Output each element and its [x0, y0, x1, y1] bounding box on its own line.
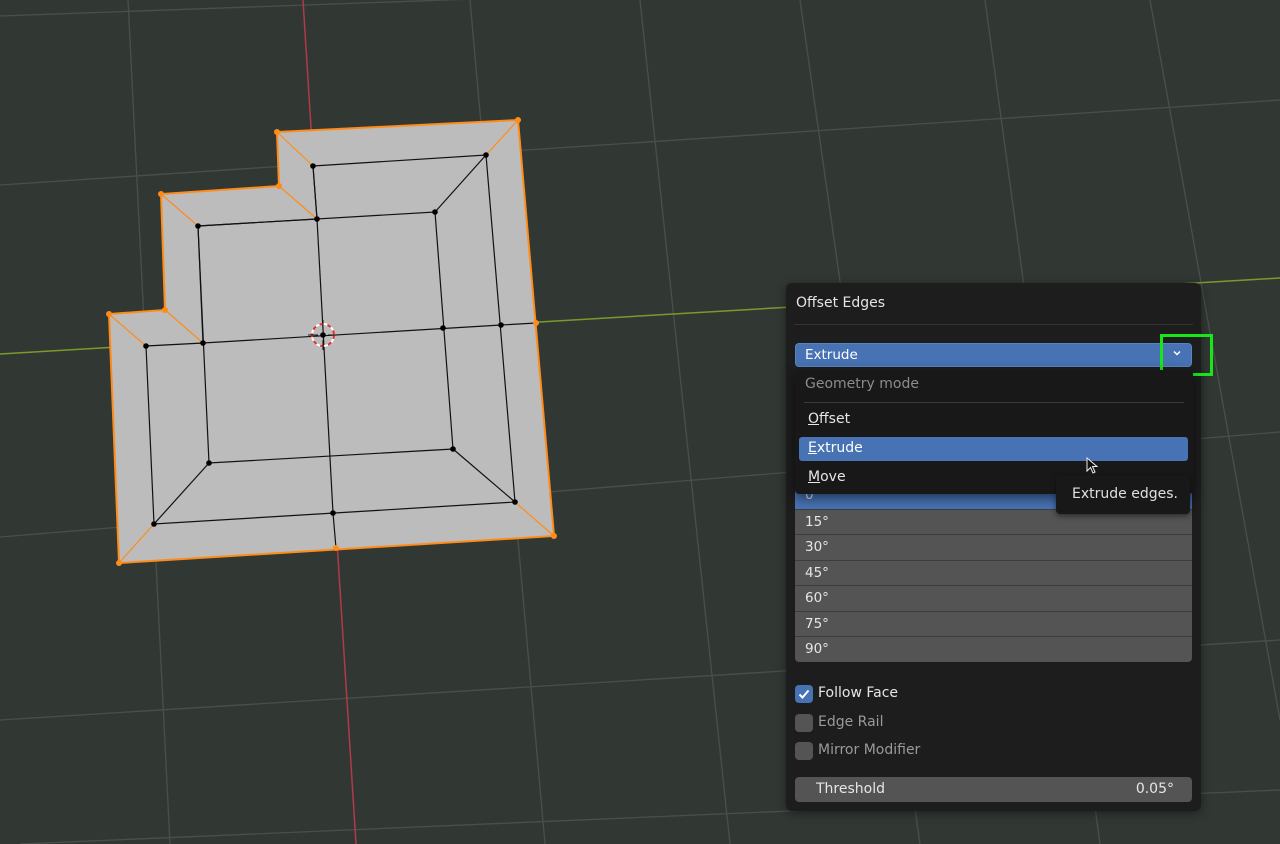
- threshold-field[interactable]: Threshold 0.05°: [795, 777, 1192, 802]
- checkbox-label: Edge Rail: [818, 714, 884, 730]
- mouse-pointer-icon: [1086, 457, 1099, 474]
- divider: [794, 324, 1193, 325]
- threshold-label: Threshold: [816, 781, 885, 797]
- angle-option[interactable]: 60°: [795, 585, 1192, 611]
- checkbox-label: Follow Face: [818, 685, 899, 701]
- panel-title: Offset Edges: [796, 295, 886, 311]
- angle-option[interactable]: 30°: [795, 534, 1192, 560]
- offset-edges-panel: Offset Edges Extrude 0 15° 30° 45° 60° 7…: [786, 283, 1213, 811]
- checkbox-unchecked-icon[interactable]: [795, 714, 813, 732]
- checkbox-unchecked-icon[interactable]: [795, 742, 813, 760]
- checkbox-checked-icon[interactable]: [795, 685, 813, 703]
- dropdown-value: Extrude: [805, 347, 858, 363]
- checkbox-label: Mirror Modifier: [818, 742, 921, 758]
- threshold-value: 0.05°: [1135, 781, 1174, 797]
- angle-option[interactable]: 90°: [795, 636, 1192, 662]
- edge-rail-checkbox[interactable]: Edge Rail: [795, 713, 1095, 733]
- geometry-mode-dropdown[interactable]: Extrude: [795, 343, 1192, 367]
- tooltip: Extrude edges.: [1056, 476, 1190, 514]
- menu-item-offset[interactable]: Offset: [799, 408, 1188, 432]
- menu-item-extrude[interactable]: Extrude: [799, 437, 1188, 461]
- mirror-modifier-checkbox[interactable]: Mirror Modifier: [795, 741, 1095, 761]
- follow-face-checkbox[interactable]: Follow Face: [795, 684, 1095, 704]
- angle-option[interactable]: 75°: [795, 610, 1192, 636]
- divider: [804, 402, 1184, 403]
- tooltip-text: Extrude edges.: [1072, 486, 1178, 502]
- menu-header: Geometry mode: [805, 376, 919, 392]
- angle-option[interactable]: 45°: [795, 559, 1192, 585]
